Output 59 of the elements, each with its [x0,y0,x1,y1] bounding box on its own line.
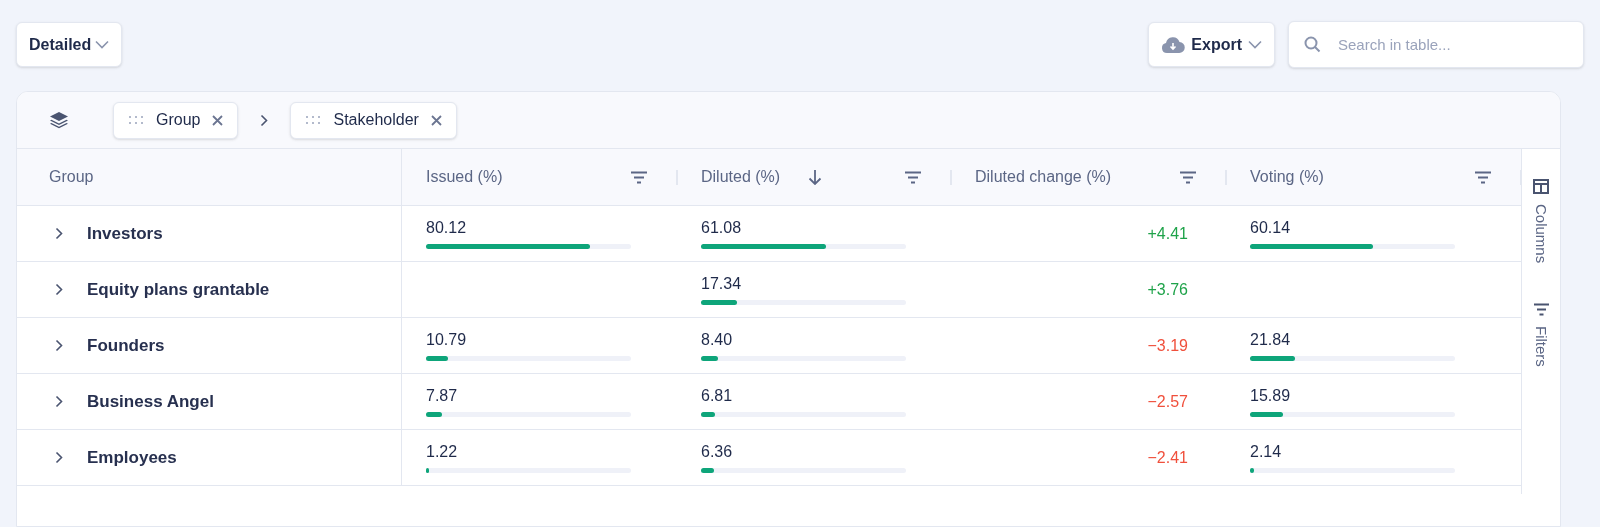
percentage-value: 21.84 [1250,330,1291,350]
side-panel-tab[interactable]: Filters [1529,303,1553,368]
group-chip[interactable]: Stakeholder [290,101,457,139]
percentage-value: 80.12 [426,218,467,238]
percentage-value: 61.08 [701,218,742,238]
drag-handle-icon [305,115,322,125]
layers-icon[interactable] [49,111,69,129]
filter-icon[interactable] [1475,170,1491,184]
columns-icon [1533,179,1549,194]
group-name: Business Angel [87,390,214,413]
search-icon [1304,36,1321,53]
percentage-value: 7.87 [426,386,458,406]
column-header[interactable]: Diluted change (%) [975,165,1112,189]
group-name: Founders [87,334,165,357]
chevron-right-icon[interactable] [55,339,63,352]
column-header[interactable]: Issued (%) [426,165,503,189]
change-value: −2.57 [1147,391,1188,412]
view-dropdown[interactable]: Detailed [16,22,123,67]
close-icon[interactable] [212,114,224,126]
chip-label: Group [156,110,201,130]
chevron-right-icon [260,113,269,127]
arrow-down-icon[interactable] [808,169,823,185]
percentage-value: 6.81 [701,386,733,406]
percentage-value: 15.89 [1250,386,1291,406]
percentage-value: 1.22 [426,442,458,462]
chevron-down-icon [95,40,110,49]
chip-label: Stakeholder [333,110,419,130]
chevron-down-icon [1248,40,1262,49]
percentage-value: 17.34 [701,274,742,294]
export-button[interactable]: Export [1148,22,1275,67]
change-value: +3.76 [1147,279,1188,300]
cloud-download-icon [1161,35,1186,54]
chevron-right-icon[interactable] [55,283,63,296]
percentage-value: 6.36 [701,442,733,462]
search-field[interactable]: Search in table... [1288,21,1584,68]
change-value: −3.19 [1147,335,1188,356]
group-name: Employees [87,446,177,469]
percentage-value: 8.40 [701,330,733,350]
column-header[interactable]: Group [49,165,94,189]
percentage-value: 60.14 [1250,218,1291,238]
drag-handle-icon [128,115,144,125]
column-header[interactable]: Voting (%) [1250,165,1324,189]
chevron-right-icon[interactable] [55,451,63,464]
percentage-value: 10.79 [426,330,467,350]
change-value: +4.41 [1147,223,1188,244]
close-icon[interactable] [430,114,442,126]
filter-icon[interactable] [1180,170,1196,184]
filter-icon[interactable] [631,170,647,184]
side-panel-tab[interactable]: Columns [1529,179,1553,264]
chevron-right-icon[interactable] [55,227,63,240]
filter-icon[interactable] [905,170,921,184]
chevron-right-icon[interactable] [55,395,63,408]
group-name: Equity plans grantable [87,278,270,301]
group-name: Investors [87,222,163,245]
filter-icon [1533,303,1549,317]
column-header[interactable]: Diluted (%) [701,165,781,189]
change-value: −2.41 [1147,447,1188,468]
group-chip[interactable]: Group [113,101,239,139]
percentage-value: 2.14 [1250,442,1282,462]
